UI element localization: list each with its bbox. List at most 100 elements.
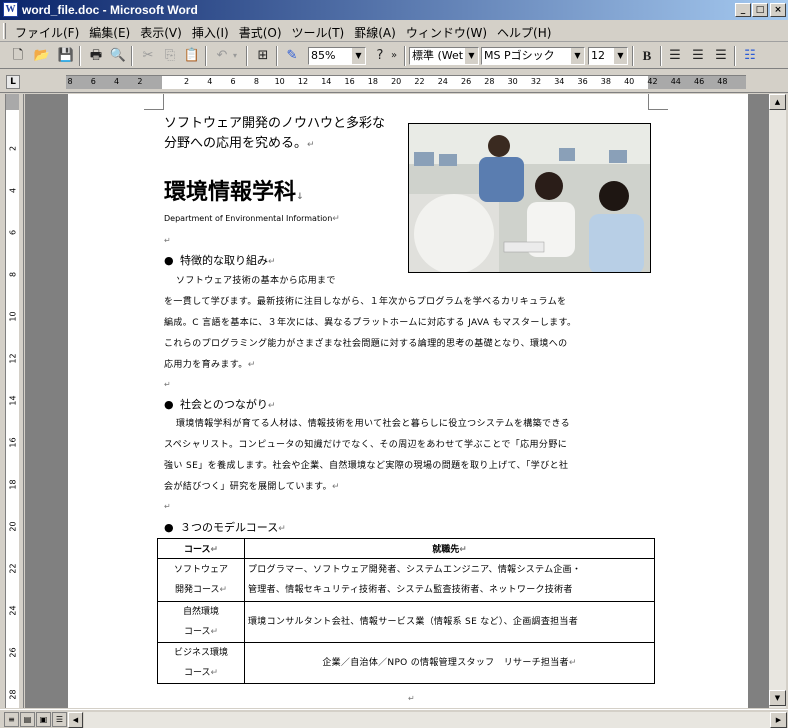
ruler-number: 2 — [137, 77, 143, 86]
vertical-ruler-number: 16 — [8, 437, 18, 448]
chevron-down-icon[interactable]: ▼ — [613, 48, 627, 64]
close-button[interactable]: × — [770, 3, 786, 17]
chevron-down-icon[interactable]: ▼ — [464, 48, 478, 64]
chevron-down-icon[interactable]: ▼ — [570, 48, 584, 64]
jobs-cell[interactable]: 環境コンサルタント会社、情報サービス業（情報系 SE など）、企画調査担当者 — [244, 601, 655, 643]
menu-grip[interactable] — [3, 23, 6, 39]
table-header-jobs[interactable]: 就職先↵ — [244, 538, 655, 559]
vertical-ruler-number: 4 — [8, 187, 18, 194]
jobs-cell[interactable]: 企業／自治体／NPO の情報管理スタッフ リサーチ担当者↵ — [244, 642, 655, 684]
maximize-button[interactable]: □ — [752, 3, 768, 17]
bullet-icon: ● — [164, 398, 174, 411]
copy-icon[interactable]: ⎘ — [160, 46, 180, 66]
more-buttons-icon[interactable]: » — [388, 46, 400, 66]
print-icon[interactable]: 🖶 — [86, 46, 106, 66]
word-app-icon[interactable]: W — [3, 2, 18, 17]
table-header-course[interactable]: コース↵ — [157, 538, 245, 559]
vertical-ruler-number: 6 — [8, 229, 18, 236]
minimize-button[interactable]: _ — [735, 3, 751, 17]
table-insert-icon[interactable]: ⊞ — [253, 46, 273, 66]
web-layout-view-icon[interactable]: ▤ — [20, 712, 35, 727]
normal-view-icon[interactable]: ≡ — [4, 712, 19, 727]
body-line: これらのプログラミング能力がさまざまな社会問題に対する論理的思考の基礎となり、環… — [164, 339, 568, 349]
zoom-select[interactable]: 85% ▼ — [308, 47, 366, 65]
ruler-number: 2 — [183, 77, 190, 86]
ruler-number: 40 — [624, 77, 635, 86]
chevron-down-icon[interactable]: ▼ — [351, 48, 365, 64]
help-icon[interactable]: ? — [370, 46, 390, 66]
align-right-icon[interactable]: ☰ — [711, 46, 731, 66]
menu-table[interactable]: 罫線(A) — [349, 24, 401, 41]
font-select[interactable]: MS Pゴシック ▼ — [481, 47, 585, 65]
ruler-number: 38 — [600, 77, 611, 86]
horizontal-scroll-track[interactable] — [84, 712, 770, 728]
bullet-icon: ● — [164, 521, 174, 534]
ruler-track[interactable]: 8 6 4 2 2 4 6 8 10 12 14 16 18 20 22 24 26 28 30 32 34 36 38 40… — [66, 75, 746, 89]
menu-edit[interactable]: 編集(E) — [84, 24, 135, 41]
style-select[interactable]: 標準 (Wet ▼ — [409, 47, 479, 65]
align-left-icon[interactable]: ☰ — [665, 46, 685, 66]
page-heading-english: Department of Environmental Information↵ — [164, 214, 340, 224]
ruler-number: 42 — [647, 77, 658, 86]
vertical-ruler-track[interactable]: 2 4 6 8 10 12 14 16 18 20 22 24 26 28 — [5, 94, 19, 708]
paste-icon[interactable]: 📋 — [182, 46, 202, 66]
ruler-number: 24 — [437, 77, 448, 86]
horizontal-scrollbar[interactable]: ≡ ▤ ▣ ☰ ◀ ▶ — [0, 709, 788, 728]
scroll-down-button[interactable]: ▼ — [769, 690, 786, 706]
vertical-ruler-number: 26 — [8, 647, 18, 658]
ruler-number: 20 — [391, 77, 402, 86]
document-page[interactable]: ソフトウェア開発のノウハウと多彩な 分野への応用を究める。↵ 環境情報学科↓ D… — [68, 94, 748, 708]
undo-dropdown-icon[interactable]: ▾ — [230, 46, 240, 66]
document-area[interactable]: ソフトウェア開発のノウハウと多彩な 分野への応用を究める。↵ 環境情報学科↓ D… — [25, 94, 769, 708]
new-document-icon[interactable]: 🗋 — [8, 46, 28, 66]
menu-view[interactable]: 表示(V) — [135, 24, 187, 41]
open-folder-icon[interactable]: 📂 — [32, 46, 52, 66]
menu-help[interactable]: ヘルプ(H) — [492, 24, 556, 41]
menu-insert[interactable]: 挿入(I) — [187, 24, 234, 41]
tab-selector[interactable]: L — [6, 75, 20, 89]
scroll-up-button[interactable]: ▲ — [769, 94, 786, 110]
course-cell[interactable]: ビジネス環境 コース↵ — [157, 642, 245, 684]
bold-button[interactable]: B — [637, 46, 657, 66]
scroll-right-button[interactable]: ▶ — [770, 712, 787, 728]
vertical-scrollbar[interactable]: ▲ ▼ — [769, 94, 786, 708]
font-size-value: 12 — [591, 49, 605, 62]
ruler-number: 44 — [670, 77, 681, 86]
students-photo[interactable] — [408, 123, 651, 273]
menu-file[interactable]: ファイル(F) — [10, 24, 84, 41]
ruler-number: 6 — [230, 77, 236, 86]
print-preview-icon[interactable]: 🔍 — [108, 46, 128, 66]
font-size-select[interactable]: 12 ▼ — [588, 47, 628, 65]
menu-window[interactable]: ウィンドウ(W) — [401, 24, 492, 41]
scroll-left-button[interactable]: ◀ — [68, 712, 83, 728]
body-line: 環境情報学科が育てる人材は、情報技術を用いて社会と暮らしに役立つシステムを構築で… — [176, 419, 571, 429]
undo-icon[interactable]: ↶ — [212, 46, 232, 66]
print-layout-view-icon[interactable]: ▣ — [36, 712, 51, 727]
intro-text: ソフトウェア開発のノウハウと多彩な 分野への応用を究める。↵ — [164, 114, 385, 155]
course-cell[interactable]: 自然環境 コース↵ — [157, 601, 245, 643]
toolbar-separator — [404, 46, 406, 66]
vertical-ruler-number: 14 — [8, 395, 18, 406]
save-icon[interactable]: 💾 — [56, 46, 76, 66]
vertical-ruler-number: 28 — [8, 689, 18, 700]
style-value: 標準 (Wet — [412, 49, 464, 62]
align-center-icon[interactable]: ☰ — [688, 46, 708, 66]
course-cell[interactable]: ソフトウェア 開発コース↵ — [157, 558, 245, 602]
body-line: 応用力を育みます。↵ — [164, 360, 256, 370]
crop-mark — [144, 94, 164, 110]
courses-table[interactable]: コース↵ 就職先↵ ソフトウェア 開発コース↵ プログラマー、ソフトウェア開発者… — [157, 538, 655, 684]
vertical-ruler-number: 24 — [8, 605, 18, 616]
body-line: 編成。C 言語を基本に、３年次には、異なるプラットホームに対応する JAVA も… — [164, 318, 577, 328]
drawing-icon[interactable]: ✎ — [282, 46, 302, 66]
bullet-list-icon[interactable]: ☷ — [740, 46, 760, 66]
vertical-ruler-number: 22 — [8, 563, 18, 574]
toolbar-separator — [276, 46, 278, 66]
menu-tools[interactable]: ツール(T) — [287, 24, 350, 41]
section-body-society: 環境情報学科が育てる人材は、情報技術を用いて社会と暮らしに役立つシステムを構築で… — [164, 414, 649, 498]
vertical-ruler-number: 8 — [8, 271, 18, 278]
outline-view-icon[interactable]: ☰ — [52, 712, 67, 727]
jobs-cell[interactable]: プログラマー、ソフトウェア開発者、システムエンジニア、情報システム企画・ 管理者… — [244, 558, 655, 602]
cut-icon[interactable]: ✂ — [138, 46, 158, 66]
menu-bar: ファイル(F) 編集(E) 表示(V) 挿入(I) 書式(O) ツール(T) 罫… — [0, 20, 788, 42]
menu-format[interactable]: 書式(O) — [234, 24, 287, 41]
